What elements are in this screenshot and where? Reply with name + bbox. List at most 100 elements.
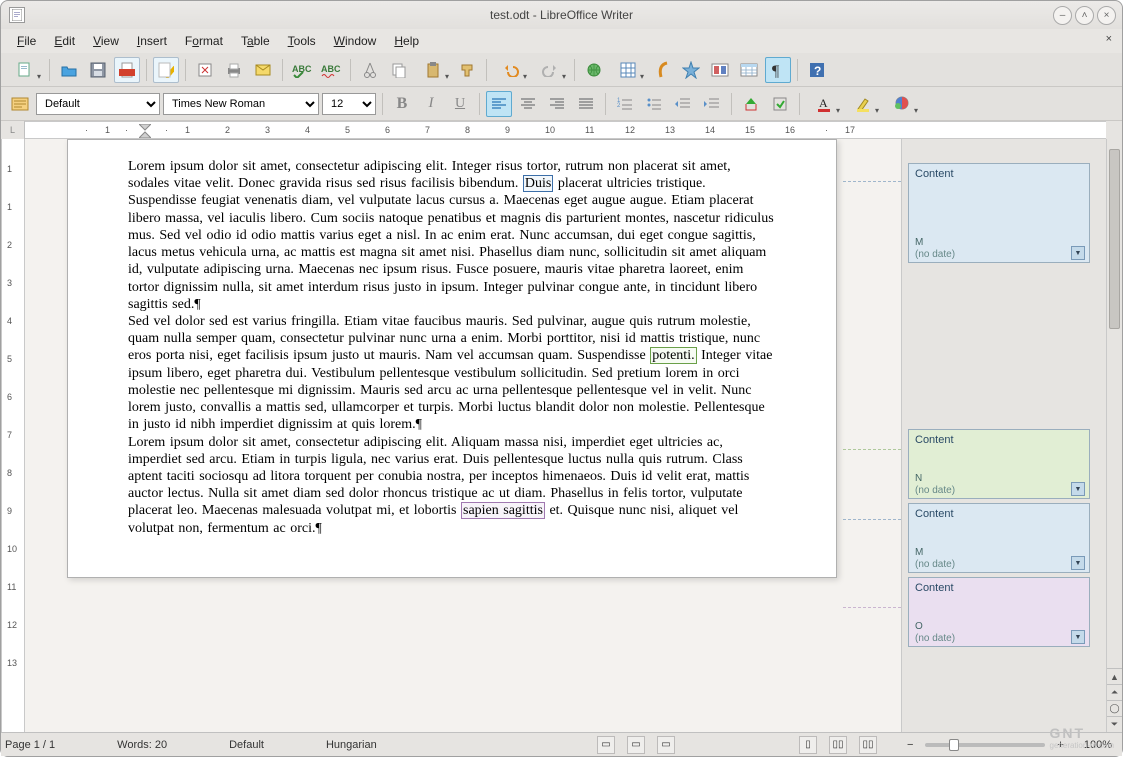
comment-menu-button[interactable]: ▼ [1071,482,1085,496]
menu-window[interactable]: Window [326,31,385,51]
navigator-button[interactable] [678,57,704,83]
comment-date: (no date) [915,249,955,260]
comment-anchor-2[interactable]: potenti. [650,347,696,364]
status-style[interactable]: Default [229,739,264,751]
new-document-button[interactable] [7,57,43,83]
save-button[interactable] [85,57,111,83]
scroll-thumb[interactable] [1109,149,1120,329]
font-size-select[interactable]: 12 [322,93,376,115]
menu-format[interactable]: Format [177,31,231,51]
document-area[interactable]: Lorem ipsum dolor sit amet, consectetur … [25,139,901,732]
next-page-button[interactable]: ⏷ [1107,716,1122,732]
menu-edit[interactable]: Edit [46,31,83,51]
zoom-percent[interactable]: 100% [1084,739,1112,751]
styles-drawer-button[interactable] [7,91,33,117]
print-preview-button[interactable] [192,57,218,83]
paragraph-3[interactable]: Lorem ipsum dolor sit amet, consectetur … [128,434,776,537]
comment-author: M [915,547,923,558]
decrease-indent-button[interactable] [670,91,696,117]
cut-button[interactable] [357,57,383,83]
comment-anchor-3[interactable]: sapien sagittis [461,502,545,519]
scroll-up-button[interactable]: ▲ [1107,668,1122,684]
status-signature-icon[interactable]: ▭ [657,736,675,754]
spellcheck-button[interactable]: ABC [289,57,315,83]
align-center-button[interactable] [515,91,541,117]
vertical-ruler[interactable]: 1 1 2 3 4 5 6 7 8 9 10 11 12 13 [1,139,25,732]
open-button[interactable] [56,57,82,83]
help-button[interactable]: ? [804,57,830,83]
status-page[interactable]: Page 1 / 1 [5,739,55,751]
menu-file[interactable]: File [9,31,44,51]
menubar-close-icon[interactable]: × [1106,33,1112,45]
edit-file-button[interactable] [153,57,179,83]
data-sources-button[interactable] [736,57,762,83]
statusbar: Page 1 / 1 Words: 20 Default Hungarian ▭… [1,732,1122,756]
status-insert-mode-icon[interactable]: ▭ [597,736,615,754]
paragraph-2[interactable]: Sed vel dolor sed est varius fringilla. … [128,313,776,434]
svg-text:2: 2 [617,103,621,109]
mail-button[interactable] [250,57,276,83]
auto-spellcheck-button[interactable]: ABC [318,57,344,83]
comment-box-4[interactable]: Content O (no date) ▼ [908,577,1090,647]
background-color-button[interactable] [884,91,920,117]
bold-button[interactable]: B [389,91,415,117]
numbered-list-button[interactable]: 12 [612,91,638,117]
paste-button[interactable] [415,57,451,83]
comment-box-3[interactable]: Content M (no date) ▼ [908,503,1090,573]
menu-help[interactable]: Help [386,31,427,51]
increase-indent-button[interactable] [699,91,725,117]
ruler-horizontal[interactable]: · 1 · · 1 2 3 4 5 6 7 8 9 10 11 12 13 14… [25,121,1106,139]
hyperlink-button[interactable] [581,57,607,83]
svg-text:?: ? [814,64,821,78]
gallery-button[interactable] [707,57,733,83]
comment-box-1[interactable]: Content M (no date) ▼ [908,163,1090,263]
highlight-button[interactable] [845,91,881,117]
bullet-list-button[interactable] [641,91,667,117]
undo-button[interactable] [493,57,529,83]
italic-button[interactable]: I [418,91,444,117]
justify-button[interactable] [573,91,599,117]
menu-insert[interactable]: Insert [129,31,175,51]
underline-button[interactable]: U [447,91,473,117]
status-selection-mode-icon[interactable]: ▭ [627,736,645,754]
close-button[interactable]: × [1097,6,1116,25]
zoom-slider[interactable] [925,743,1045,747]
nav-circle-button[interactable]: ◯ [1107,700,1122,716]
view-single-page-icon[interactable]: ▯ [799,736,817,754]
redo-button[interactable] [532,57,568,83]
paragraph-style-select[interactable]: Default [36,93,160,115]
vertical-scrollbar[interactable]: ▲ ⏶ ◯ ⏷ [1106,139,1122,732]
comment-menu-button[interactable]: ▼ [1071,630,1085,644]
menu-table[interactable]: Table [233,31,278,51]
zoom-in-button[interactable]: + [1057,739,1063,751]
clone-format-button[interactable] [454,57,480,83]
menu-tools[interactable]: Tools [280,31,324,51]
copy-button[interactable] [386,57,412,83]
paragraph-1[interactable]: Lorem ipsum dolor sit amet, consectetur … [128,158,776,313]
align-left-button[interactable] [486,91,512,117]
prev-page-button[interactable]: ⏶ [1107,684,1122,700]
align-right-button[interactable] [544,91,570,117]
comment-anchor-1[interactable]: Duis [523,175,553,192]
show-draw-button[interactable] [649,57,675,83]
formatting-toolbar: Default Times New Roman 12 B I U 12 A [1,87,1122,121]
menu-view[interactable]: View [85,31,127,51]
minimize-button[interactable]: ‒ [1053,6,1072,25]
comment-menu-button[interactable]: ▼ [1071,556,1085,570]
record-changes-button[interactable] [738,91,764,117]
status-language[interactable]: Hungarian [326,739,377,751]
comment-box-2[interactable]: Content N (no date) ▼ [908,429,1090,499]
insert-table-button[interactable] [610,57,646,83]
print-button[interactable] [221,57,247,83]
export-pdf-button[interactable] [114,57,140,83]
status-words[interactable]: Words: 20 [117,739,167,751]
zoom-out-button[interactable]: − [907,739,913,751]
navigator2-button[interactable] [767,91,793,117]
view-multi-page-icon[interactable]: ▯▯ [829,736,847,754]
formatting-marks-button[interactable]: ¶ [765,57,791,83]
comment-menu-button[interactable]: ▼ [1071,246,1085,260]
view-book-icon[interactable]: ▯▯ [859,736,877,754]
maximize-button[interactable]: ˄ [1075,6,1094,25]
font-color-button[interactable]: A [806,91,842,117]
font-name-select[interactable]: Times New Roman [163,93,319,115]
